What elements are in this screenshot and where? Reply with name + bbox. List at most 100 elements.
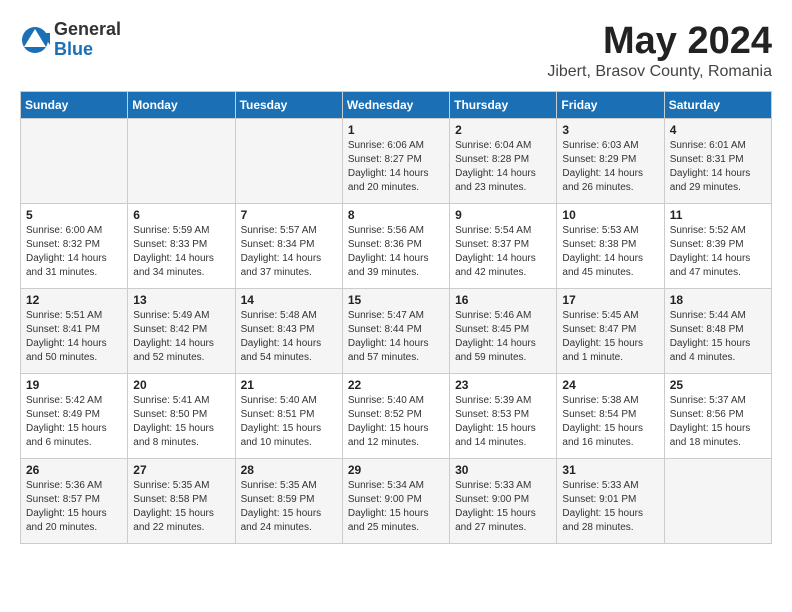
day-info: Sunrise: 5:53 AM Sunset: 8:38 PM Dayligh… [562,224,658,280]
calendar-cell: 28 Sunrise: 5:35 AM Sunset: 8:59 PM Dayli… [235,459,342,544]
calendar-cell: 26 Sunrise: 5:36 AM Sunset: 8:57 PM Dayli… [21,459,128,544]
day-info: Sunrise: 5:45 AM Sunset: 8:47 PM Dayligh… [562,309,658,365]
day-info: Sunrise: 5:54 AM Sunset: 8:37 PM Dayligh… [455,224,551,280]
day-info: Sunrise: 5:46 AM Sunset: 8:45 PM Dayligh… [455,309,551,365]
calendar-cell: 12 Sunrise: 5:51 AM Sunset: 8:41 PM Dayli… [21,289,128,374]
day-number: 11 [670,208,766,222]
day-number: 22 [348,378,444,392]
day-number: 12 [26,293,122,307]
day-info: Sunrise: 6:04 AM Sunset: 8:28 PM Dayligh… [455,139,551,195]
col-header-wednesday: Wednesday [342,92,449,119]
day-info: Sunrise: 6:06 AM Sunset: 8:27 PM Dayligh… [348,139,444,195]
day-info: Sunrise: 5:42 AM Sunset: 8:49 PM Dayligh… [26,394,122,450]
day-number: 19 [26,378,122,392]
day-number: 8 [348,208,444,222]
calendar-week-5: 26 Sunrise: 5:36 AM Sunset: 8:57 PM Dayli… [21,459,772,544]
day-number: 10 [562,208,658,222]
day-info: Sunrise: 6:01 AM Sunset: 8:31 PM Dayligh… [670,139,766,195]
day-info: Sunrise: 5:40 AM Sunset: 8:52 PM Dayligh… [348,394,444,450]
day-number: 24 [562,378,658,392]
calendar-week-4: 19 Sunrise: 5:42 AM Sunset: 8:49 PM Dayli… [21,374,772,459]
day-number: 28 [241,463,337,477]
calendar-week-3: 12 Sunrise: 5:51 AM Sunset: 8:41 PM Dayli… [21,289,772,374]
day-info: Sunrise: 5:33 AM Sunset: 9:01 PM Dayligh… [562,479,658,535]
day-info: Sunrise: 5:56 AM Sunset: 8:36 PM Dayligh… [348,224,444,280]
calendar-cell: 24Sunrise: 5:38 AM Sunset: 8:54 PM Dayli… [557,374,664,459]
day-info: Sunrise: 6:00 AM Sunset: 8:32 PM Dayligh… [26,224,122,280]
day-info: Sunrise: 5:35 AM Sunset: 8:58 PM Dayligh… [133,479,229,535]
day-number: 5 [26,208,122,222]
calendar-cell: 6 Sunrise: 5:59 AM Sunset: 8:33 PM Daylig… [128,204,235,289]
col-header-monday: Monday [128,92,235,119]
calendar-cell: 18 Sunrise: 5:44 AM Sunset: 8:48 PM Dayli… [664,289,771,374]
day-info: Sunrise: 5:57 AM Sunset: 8:34 PM Dayligh… [241,224,337,280]
day-info: Sunrise: 5:51 AM Sunset: 8:41 PM Dayligh… [26,309,122,365]
day-number: 16 [455,293,551,307]
calendar-cell: 20 Sunrise: 5:41 AM Sunset: 8:50 PM Dayli… [128,374,235,459]
calendar-table: SundayMondayTuesdayWednesdayThursdayFrid… [20,91,772,544]
day-info: Sunrise: 5:40 AM Sunset: 8:51 PM Dayligh… [241,394,337,450]
day-number: 2 [455,123,551,137]
calendar-cell: 10 Sunrise: 5:53 AM Sunset: 8:38 PM Dayli… [557,204,664,289]
logo-blue: Blue [54,40,121,60]
day-number: 18 [670,293,766,307]
page-header: General Blue May 2024 Jibert, Brasov Cou… [20,20,772,81]
calendar-cell: 11Sunrise: 5:52 AM Sunset: 8:39 PM Dayli… [664,204,771,289]
day-number: 29 [348,463,444,477]
logo: General Blue [20,20,121,60]
day-info: Sunrise: 5:41 AM Sunset: 8:50 PM Dayligh… [133,394,229,450]
calendar-week-1: 1 Sunrise: 6:06 AM Sunset: 8:27 PM Daylig… [21,119,772,204]
logo-text: General Blue [54,20,121,60]
day-number: 14 [241,293,337,307]
col-header-sunday: Sunday [21,92,128,119]
calendar-cell: 27Sunrise: 5:35 AM Sunset: 8:58 PM Dayli… [128,459,235,544]
calendar-week-2: 5 Sunrise: 6:00 AM Sunset: 8:32 PM Daylig… [21,204,772,289]
calendar-cell: 25Sunrise: 5:37 AM Sunset: 8:56 PM Dayli… [664,374,771,459]
calendar-cell: 21 Sunrise: 5:40 AM Sunset: 8:51 PM Dayli… [235,374,342,459]
calendar-cell [21,119,128,204]
day-number: 21 [241,378,337,392]
day-info: Sunrise: 5:47 AM Sunset: 8:44 PM Dayligh… [348,309,444,365]
col-header-tuesday: Tuesday [235,92,342,119]
calendar-cell: 22 Sunrise: 5:40 AM Sunset: 8:52 PM Dayli… [342,374,449,459]
day-number: 3 [562,123,658,137]
day-number: 1 [348,123,444,137]
calendar-cell: 30 Sunrise: 5:33 AM Sunset: 9:00 PM Dayli… [450,459,557,544]
logo-icon [20,25,50,55]
calendar-cell: 13Sunrise: 5:49 AM Sunset: 8:42 PM Dayli… [128,289,235,374]
calendar-cell: 3 Sunrise: 6:03 AM Sunset: 8:29 PM Daylig… [557,119,664,204]
calendar-cell [664,459,771,544]
day-info: Sunrise: 5:59 AM Sunset: 8:33 PM Dayligh… [133,224,229,280]
day-info: Sunrise: 5:35 AM Sunset: 8:59 PM Dayligh… [241,479,337,535]
day-info: Sunrise: 5:48 AM Sunset: 8:43 PM Dayligh… [241,309,337,365]
day-info: Sunrise: 6:03 AM Sunset: 8:29 PM Dayligh… [562,139,658,195]
day-number: 15 [348,293,444,307]
day-number: 9 [455,208,551,222]
calendar-cell: 1 Sunrise: 6:06 AM Sunset: 8:27 PM Daylig… [342,119,449,204]
day-info: Sunrise: 5:33 AM Sunset: 9:00 PM Dayligh… [455,479,551,535]
calendar-cell [235,119,342,204]
day-info: Sunrise: 5:37 AM Sunset: 8:56 PM Dayligh… [670,394,766,450]
col-header-saturday: Saturday [664,92,771,119]
month-title: May 2024 [547,20,772,63]
day-number: 26 [26,463,122,477]
subtitle: Jibert, Brasov County, Romania [547,63,772,81]
col-header-friday: Friday [557,92,664,119]
col-header-thursday: Thursday [450,92,557,119]
day-info: Sunrise: 5:36 AM Sunset: 8:57 PM Dayligh… [26,479,122,535]
calendar-cell: 7Sunrise: 5:57 AM Sunset: 8:34 PM Daylig… [235,204,342,289]
day-info: Sunrise: 5:34 AM Sunset: 9:00 PM Dayligh… [348,479,444,535]
day-info: Sunrise: 5:39 AM Sunset: 8:53 PM Dayligh… [455,394,551,450]
day-number: 6 [133,208,229,222]
calendar-cell: 8 Sunrise: 5:56 AM Sunset: 8:36 PM Daylig… [342,204,449,289]
calendar-cell: 15 Sunrise: 5:47 AM Sunset: 8:44 PM Dayli… [342,289,449,374]
day-number: 31 [562,463,658,477]
calendar-cell: 4 Sunrise: 6:01 AM Sunset: 8:31 PM Daylig… [664,119,771,204]
calendar-cell: 16 Sunrise: 5:46 AM Sunset: 8:45 PM Dayli… [450,289,557,374]
day-number: 4 [670,123,766,137]
calendar-cell: 9 Sunrise: 5:54 AM Sunset: 8:37 PM Daylig… [450,204,557,289]
calendar-cell [128,119,235,204]
day-info: Sunrise: 5:44 AM Sunset: 8:48 PM Dayligh… [670,309,766,365]
day-number: 30 [455,463,551,477]
day-number: 20 [133,378,229,392]
